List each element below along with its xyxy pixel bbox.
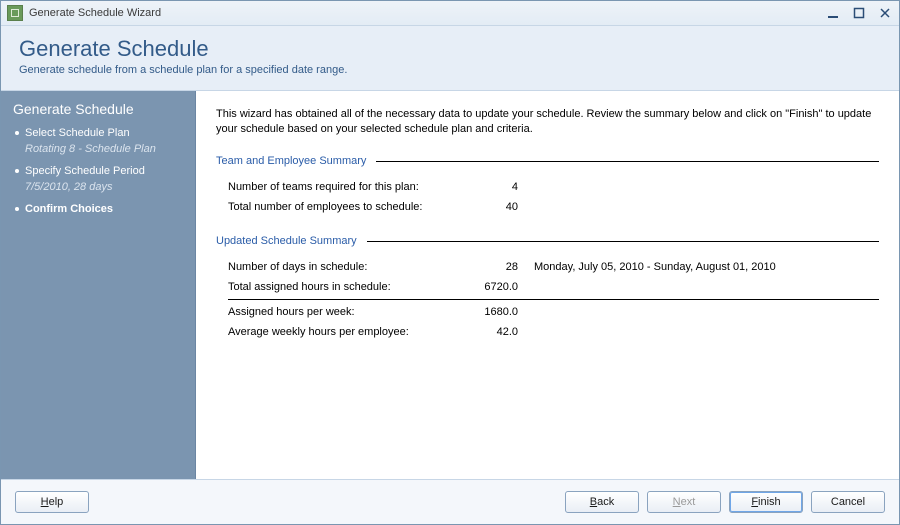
wizard-body: Generate Schedule Select Schedule Plan R… (1, 91, 899, 479)
page-title: Generate Schedule (19, 36, 881, 62)
window-title: Generate Schedule Wizard (29, 7, 161, 19)
summary-label: Total assigned hours in schedule: (228, 281, 458, 293)
wizard-window: Generate Schedule Wizard Generate Schedu… (0, 0, 900, 525)
help-button[interactable]: Help (15, 491, 89, 513)
section-title-text: Team and Employee Summary (216, 155, 366, 167)
sidebar-title: Generate Schedule (13, 101, 183, 117)
titlebar: Generate Schedule Wizard (1, 1, 899, 26)
page-subtitle: Generate schedule from a schedule plan f… (19, 64, 881, 76)
section-divider (367, 241, 879, 242)
wizard-steps-sidebar: Generate Schedule Select Schedule Plan R… (1, 91, 196, 479)
wizard-step-select-plan[interactable]: Select Schedule Plan Rotating 8 - Schedu… (13, 125, 183, 157)
summary-extra: Monday, July 05, 2010 - Sunday, August 0… (518, 261, 776, 273)
cancel-button[interactable]: Cancel (811, 491, 885, 513)
wizard-step-subtext: 7/5/2010, 28 days (25, 179, 183, 195)
team-summary-table: Number of teams required for this plan: … (228, 177, 879, 217)
summary-row: Total assigned hours in schedule: 6720.0 (228, 277, 879, 297)
summary-label: Average weekly hours per employee: (228, 326, 458, 338)
app-icon (7, 5, 23, 21)
summary-row: Number of teams required for this plan: … (228, 177, 879, 197)
summary-row: Total number of employees to schedule: 4… (228, 197, 879, 217)
wizard-footer: Help Back Next Finish Cancel (1, 479, 899, 524)
wizard-step-specify-period[interactable]: Specify Schedule Period 7/5/2010, 28 day… (13, 163, 183, 195)
schedule-summary-table: Number of days in schedule: 28 Monday, J… (228, 257, 879, 342)
summary-label: Number of teams required for this plan: (228, 181, 458, 193)
wizard-content: This wizard has obtained all of the nece… (196, 91, 899, 479)
summary-value: 40 (458, 201, 518, 213)
wizard-header: Generate Schedule Generate schedule from… (1, 26, 899, 91)
next-button[interactable]: Next (647, 491, 721, 513)
summary-label: Number of days in schedule: (228, 261, 458, 273)
close-button[interactable] (877, 5, 893, 21)
wizard-step-confirm[interactable]: Confirm Choices (13, 201, 183, 217)
wizard-step-label: Select Schedule Plan (25, 127, 130, 139)
summary-value: 42.0 (458, 326, 518, 338)
summary-value: 6720.0 (458, 281, 518, 293)
maximize-button[interactable] (851, 5, 867, 21)
section-title-text: Updated Schedule Summary (216, 235, 357, 247)
back-button[interactable]: Back (565, 491, 639, 513)
wizard-step-label: Confirm Choices (25, 203, 113, 215)
wizard-step-label: Specify Schedule Period (25, 165, 145, 177)
finish-button[interactable]: Finish (729, 491, 803, 513)
summary-value: 28 (458, 261, 518, 273)
minimize-button[interactable] (825, 5, 841, 21)
summary-row: Number of days in schedule: 28 Monday, J… (228, 257, 879, 277)
wizard-step-subtext: Rotating 8 - Schedule Plan (25, 141, 183, 157)
section-schedule-summary-title: Updated Schedule Summary (216, 235, 879, 247)
section-divider (376, 161, 879, 162)
summary-value: 1680.0 (458, 306, 518, 318)
window-controls (825, 5, 893, 21)
summary-label: Assigned hours per week: (228, 306, 458, 318)
section-team-summary-title: Team and Employee Summary (216, 155, 879, 167)
summary-label: Total number of employees to schedule: (228, 201, 458, 213)
summary-row: Assigned hours per week: 1680.0 (228, 299, 879, 322)
summary-row: Average weekly hours per employee: 42.0 (228, 322, 879, 342)
intro-text: This wizard has obtained all of the nece… (216, 107, 879, 137)
summary-value: 4 (458, 181, 518, 193)
